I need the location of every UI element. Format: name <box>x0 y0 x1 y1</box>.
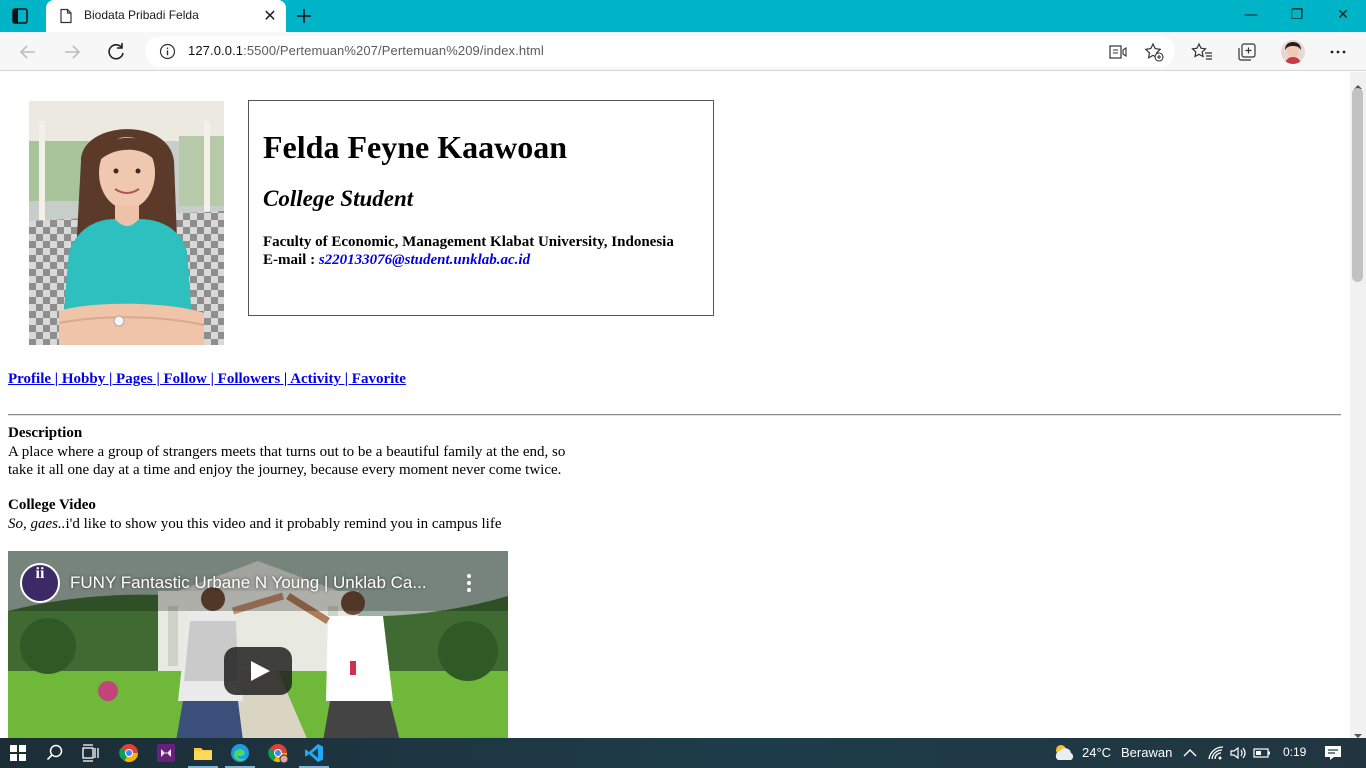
nav-separator[interactable]: | <box>105 371 116 387</box>
favorites-icon[interactable] <box>1191 41 1213 63</box>
profile-faculty: Faculty of Economic, Management Klabat U… <box>263 234 674 250</box>
play-button[interactable] <box>224 647 292 695</box>
file-explorer-icon[interactable] <box>193 743 213 763</box>
read-aloud-icon[interactable] <box>1108 42 1128 62</box>
page-icon <box>58 8 74 24</box>
more-options-icon[interactable] <box>1327 41 1349 63</box>
clock-time[interactable]: 0:19 <box>1283 745 1306 759</box>
nav-separator[interactable]: | <box>341 371 352 387</box>
channel-initials: ii <box>35 565 45 582</box>
weather-temperature[interactable]: 24°C <box>1082 745 1111 760</box>
close-window-button[interactable]: ✕ <box>1320 0 1366 32</box>
nav-separator[interactable]: | <box>207 371 218 387</box>
task-view-icon[interactable] <box>80 743 100 763</box>
nav-separator[interactable]: | <box>280 371 290 387</box>
weather-partly-cloudy-icon[interactable] <box>1052 742 1076 762</box>
nav-link-favorite[interactable]: Favorite <box>352 371 406 387</box>
add-favorite-icon[interactable] <box>1144 42 1164 62</box>
visual-studio-icon[interactable] <box>156 743 176 763</box>
profile-name: Felda Feyne Kaawoan <box>263 129 567 165</box>
description-title: Description <box>8 425 83 441</box>
scroll-up-arrow-icon[interactable] <box>1354 76 1362 89</box>
url-text[interactable]: 127.0.0.1:5500/Pertemuan%207/Pertemuan%2… <box>188 43 544 58</box>
email-line: E-mail : s220133076@student.unklab.ac.id <box>263 252 530 269</box>
profile-photo <box>29 101 224 345</box>
tab-close-icon[interactable]: ✕ <box>262 8 278 24</box>
url-host: 127.0.0.1 <box>188 43 244 58</box>
profile-avatar[interactable] <box>1281 40 1305 64</box>
email-label: E-mail : <box>263 252 316 268</box>
description-line-2: take it all one day at a time and enjoy … <box>8 462 562 478</box>
forward-icon[interactable] <box>60 40 84 64</box>
wifi-icon[interactable] <box>1206 743 1226 763</box>
browser-tab-active[interactable]: Biodata Pribadi Felda ✕ <box>46 0 286 32</box>
notification-center-icon[interactable] <box>1323 743 1343 763</box>
video-title[interactable]: FUNY Fantastic Urbane N Young | Unklab C… <box>70 573 427 593</box>
profile-role: College Student <box>263 186 414 211</box>
channel-logo[interactable]: ii <box>20 563 60 603</box>
horizontal-divider <box>8 414 1341 416</box>
battery-icon[interactable] <box>1252 743 1272 763</box>
browser-toolbar: 127.0.0.1:5500/Pertemuan%207/Pertemuan%2… <box>0 32 1366 71</box>
nav-link-follow[interactable]: Follow <box>164 371 207 387</box>
search-icon[interactable] <box>45 743 65 763</box>
collections-icon[interactable] <box>1236 41 1258 63</box>
video-section-title: College Video <box>8 497 96 513</box>
new-tab-icon[interactable] <box>294 6 314 26</box>
address-bar[interactable]: 127.0.0.1:5500/Pertemuan%207/Pertemuan%2… <box>145 36 1175 67</box>
nav-separator[interactable]: | <box>153 371 164 387</box>
nav-link-profile[interactable]: Profile <box>8 371 51 387</box>
video-intro-italic: So, gaes.. <box>8 516 66 532</box>
profile-header-box: Felda Feyne Kaawoan College Student Facu… <box>248 100 714 316</box>
chrome-profile-icon[interactable] <box>268 743 289 764</box>
weather-condition[interactable]: Berawan <box>1121 745 1172 760</box>
page-viewport: Felda Feyne Kaawoan College Student Facu… <box>0 72 1350 738</box>
vscode-icon[interactable] <box>304 743 324 763</box>
nav-link-pages[interactable]: Pages <box>116 371 153 387</box>
minimize-button[interactable]: — <box>1228 0 1274 32</box>
nav-link-hobby[interactable]: Hobby <box>62 371 105 387</box>
description-line-1: A place where a group of strangers meets… <box>8 444 566 460</box>
page-scrollbar[interactable] <box>1350 72 1366 738</box>
nav-link-activity[interactable]: Activity <box>290 371 341 387</box>
browser-tab-strip: Biodata Pribadi Felda ✕ — ❐ ✕ <box>0 0 1366 32</box>
video-menu-icon[interactable] <box>466 573 472 593</box>
nav-link-followers[interactable]: Followers <box>218 371 280 387</box>
nav-separator[interactable]: | <box>51 371 62 387</box>
restore-button[interactable]: ❐ <box>1274 0 1320 32</box>
tab-actions-icon[interactable] <box>10 7 30 25</box>
embedded-video[interactable]: ii FUNY Fantastic Urbane N Young | Unkla… <box>8 551 508 738</box>
video-intro-text: i'd like to show you this video and it p… <box>65 516 502 532</box>
site-info-icon[interactable] <box>159 43 176 60</box>
video-intro: So, gaes..i'd like to show you this vide… <box>8 515 501 533</box>
windows-taskbar: 24°C Berawan 0:19 <box>0 738 1366 768</box>
back-icon[interactable] <box>16 40 40 64</box>
tab-title: Biodata Pribadi Felda <box>84 8 199 22</box>
email-link[interactable]: s220133076@student.unklab.ac.id <box>319 252 530 268</box>
windows-start-icon[interactable] <box>8 743 28 763</box>
url-path: :5500/Pertemuan%207/Pertemuan%209/index.… <box>243 43 544 58</box>
edge-icon[interactable] <box>230 743 250 763</box>
chevron-up-icon[interactable] <box>1180 743 1200 763</box>
volume-icon[interactable] <box>1228 743 1248 763</box>
scrollbar-thumb[interactable] <box>1352 88 1363 282</box>
profile-nav: Profile | Hobby | Pages | Follow | Follo… <box>8 371 406 388</box>
scroll-down-arrow-icon[interactable] <box>1354 725 1362 738</box>
chrome-icon[interactable] <box>119 743 139 763</box>
refresh-icon[interactable] <box>104 40 128 64</box>
